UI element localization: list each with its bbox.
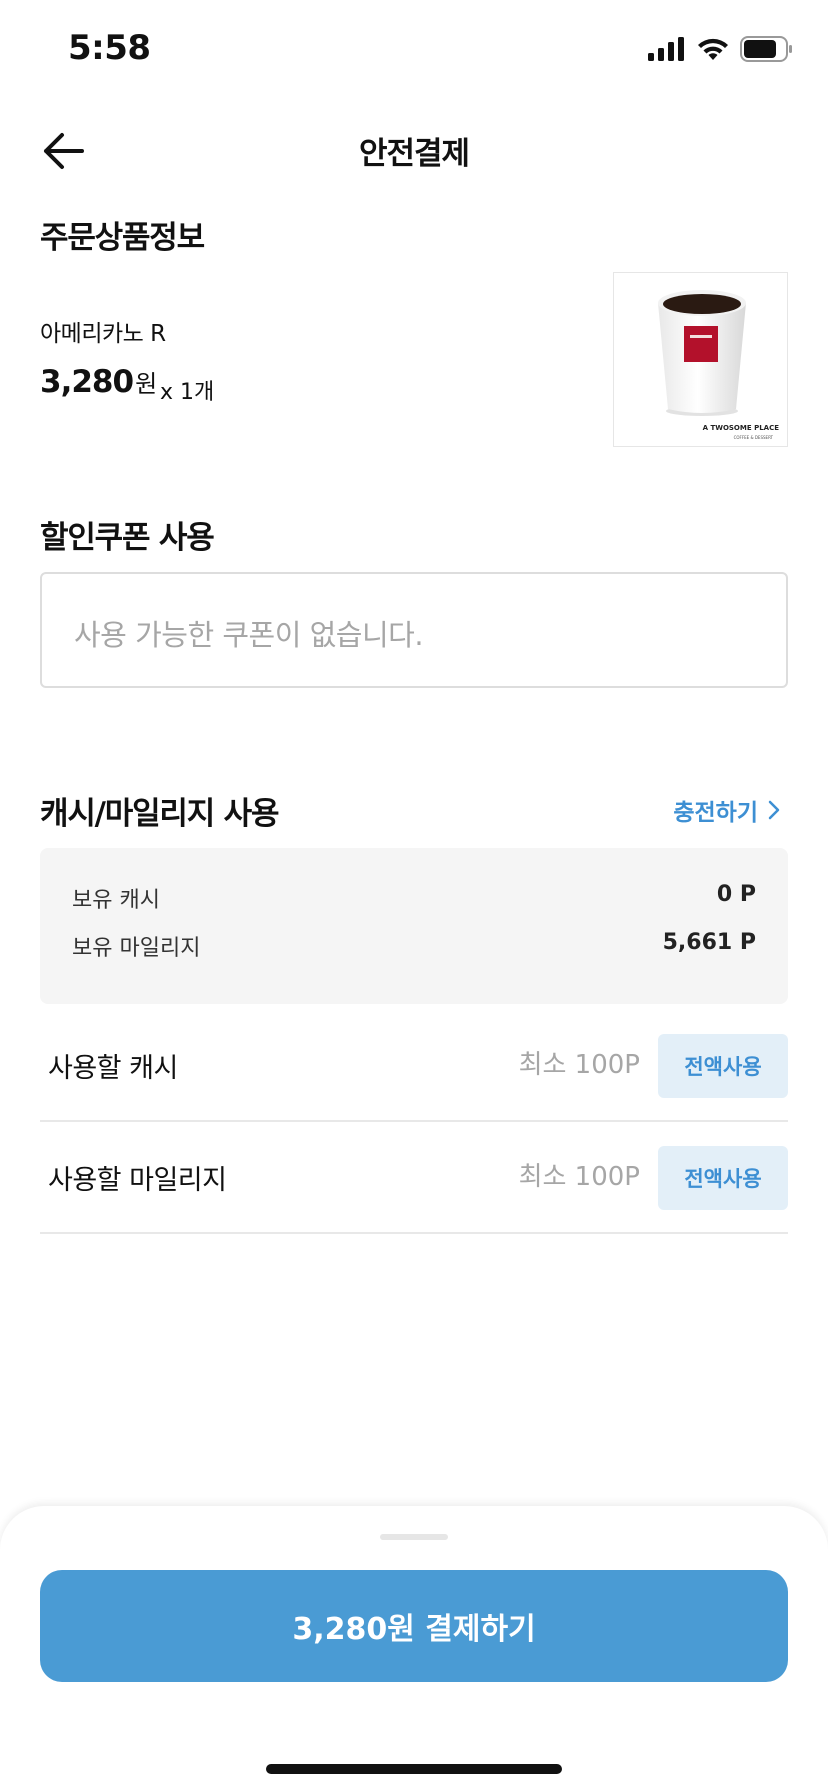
mileage-balance-value: 5,661 P (662, 930, 756, 955)
coupon-select[interactable]: 사용 가능한 쿠폰이 없습니다. (40, 572, 788, 688)
thumb-brand: A TWOSOME PLACE (702, 424, 779, 432)
use-all-cash-button[interactable]: 전액사용 (658, 1034, 788, 1098)
coffee-cup-image (658, 290, 746, 416)
thumb-sub: COFFEE & DESSERT (733, 435, 773, 440)
charge-link[interactable]: 충전하기 (673, 793, 780, 827)
charge-link-label: 충전하기 (673, 800, 758, 826)
use-cash-label: 사용할 캐시 (48, 1053, 178, 1084)
chevron-right-icon (768, 800, 780, 820)
use-mileage-row: 사용할 마일리지 전액사용 (40, 1122, 788, 1234)
home-indicator (266, 1764, 562, 1774)
order-section-title: 주문상품정보 (40, 220, 205, 256)
battery-icon (740, 36, 792, 62)
product-price-unit: 원 (135, 370, 157, 398)
use-mileage-input[interactable] (440, 1152, 640, 1202)
use-mileage-label: 사용할 마일리지 (48, 1165, 227, 1196)
pay-button[interactable]: 3,280원 결제하기 (40, 1570, 788, 1682)
cash-balance-value: 0 P (716, 882, 756, 907)
coupon-placeholder: 사용 가능한 쿠폰이 없습니다. (74, 618, 424, 652)
product-name: 아메리카노 R (40, 321, 166, 347)
status-icons (648, 34, 794, 64)
use-all-mileage-button[interactable]: 전액사용 (658, 1146, 788, 1210)
product-image: A TWOSOME PLACE COFFEE & DESSERT (613, 272, 788, 447)
payment-screen: 5:58 안전결제 주문상품정보 아메리카노 R 3,280원 x 1개 A T… (0, 0, 828, 1792)
mileage-balance-label: 보유 마일리지 (72, 936, 201, 961)
cellular-signal-icon (648, 37, 684, 61)
page-title: 안전결제 (358, 136, 470, 172)
sheet-handle[interactable] (380, 1534, 448, 1540)
product-price-value: 3,280 (40, 364, 134, 400)
product-price: 3,280원 (40, 364, 157, 400)
mileage-balance-row: 보유 마일리지 5,661 P (72, 930, 756, 962)
coupon-section-title: 할인쿠폰 사용 (40, 520, 215, 556)
product-quantity: x 1개 (160, 380, 215, 405)
cash-section-title: 캐시/마일리지 사용 (40, 796, 279, 832)
use-cash-row: 사용할 캐시 전액사용 (40, 1010, 788, 1122)
balance-box: 보유 캐시 0 P 보유 마일리지 5,661 P (40, 848, 788, 1004)
use-cash-input[interactable] (440, 1040, 640, 1090)
cash-balance-row: 보유 캐시 0 P (72, 882, 756, 914)
cash-balance-label: 보유 캐시 (72, 888, 160, 913)
wifi-icon (698, 38, 728, 60)
bottom-sheet: 3,280원 결제하기 (0, 1506, 828, 1792)
status-time: 5:58 (68, 28, 151, 68)
